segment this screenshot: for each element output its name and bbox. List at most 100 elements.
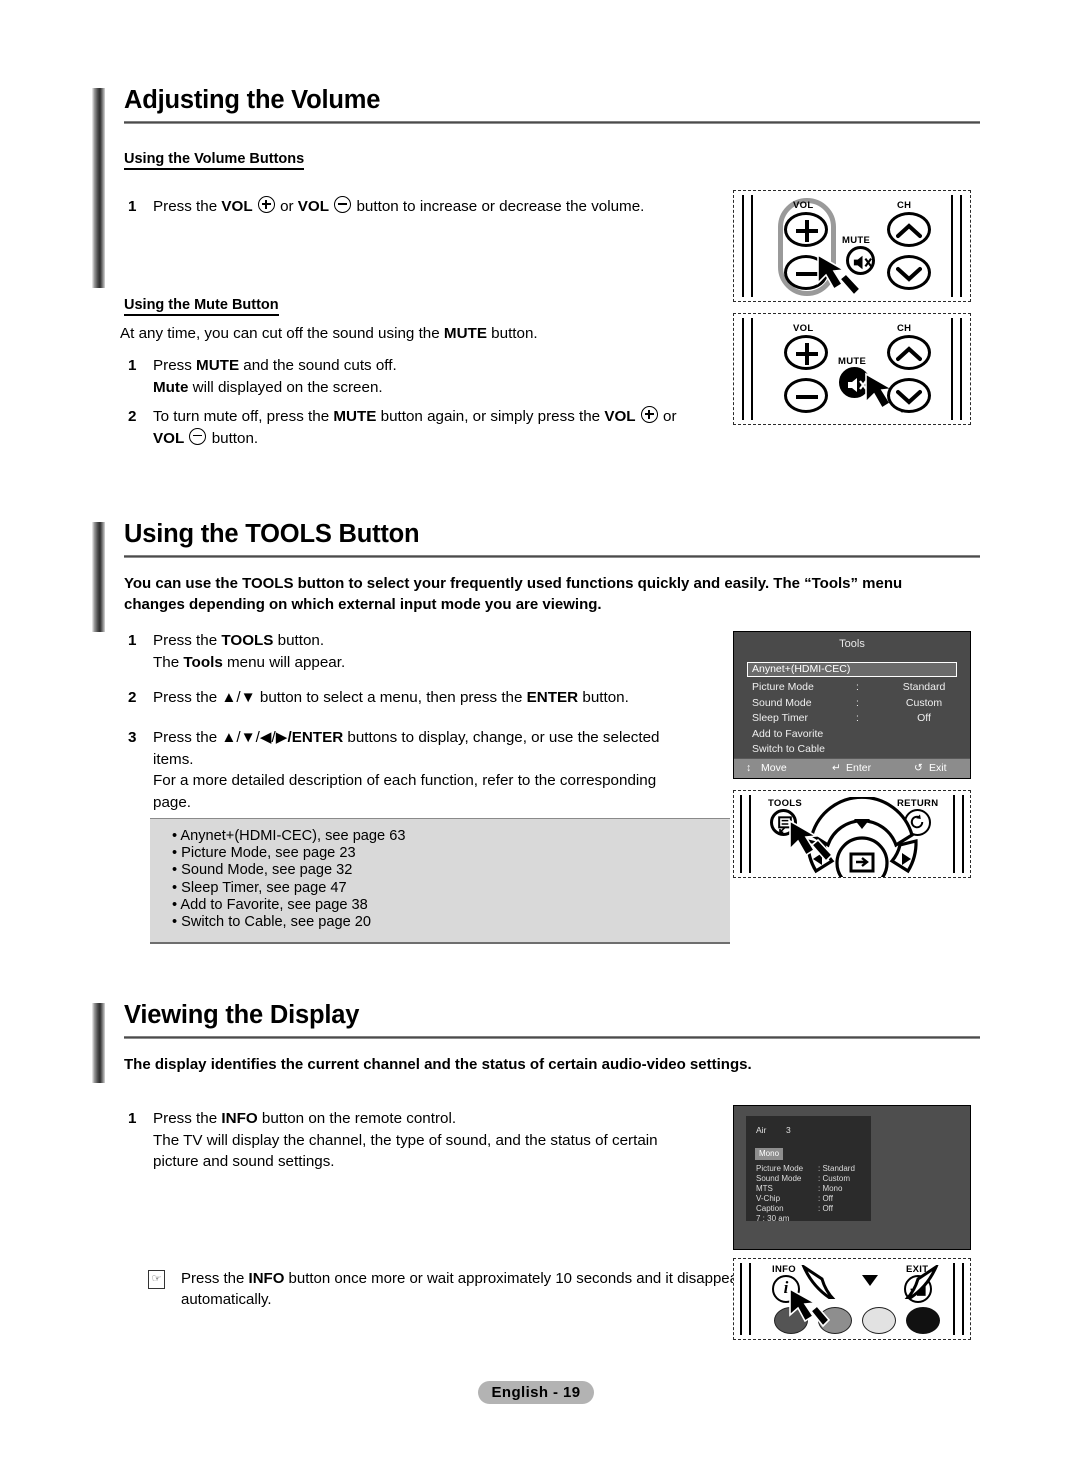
remote-diagram-mute: VOL MUTE CH	[733, 313, 971, 425]
note-c: button once more or wait approximately 1…	[284, 1270, 751, 1287]
section-title-tools: Using the TOOLS Button	[124, 520, 420, 548]
osd-row-colon: :	[856, 712, 859, 724]
vol-label-icon: VOL	[793, 323, 814, 334]
osd-enter-label: Enter	[846, 762, 872, 774]
list-item: • Sleep Timer, see page 47	[172, 879, 347, 896]
section-accent-bar	[92, 1003, 105, 1083]
t1c: button.	[273, 632, 325, 649]
info-row-key: Caption	[756, 1204, 784, 1213]
vol-label: VOL	[221, 198, 253, 215]
osd-move-label: Move	[761, 762, 787, 774]
info-label-icon: INFO	[772, 1264, 796, 1275]
step-tools-3: 3 Press the ▲/▼/◀/▶/ENTER buttons to dis…	[120, 727, 833, 813]
osd-row[interactable]: Sleep Timer : Off	[734, 712, 970, 728]
osd-row-value: Standard	[902, 681, 946, 693]
list-item: • Switch to Cable, see page 20	[172, 914, 372, 931]
display-lead-paragraph: The display identifies the current chann…	[124, 1056, 752, 1073]
mute-s2-e: or	[658, 408, 677, 425]
tools-osd-menu: Tools Anynet+(HDMI-CEC) Picture Mode : S…	[733, 631, 971, 779]
ch-up-button[interactable]	[887, 212, 931, 247]
info-sound-chip: Mono	[755, 1148, 784, 1160]
note-d: automatically.	[181, 1291, 272, 1309]
osd-row-name: Add to Favorite	[752, 727, 824, 740]
ch-down-button[interactable]	[887, 255, 931, 290]
remote-edge-right	[953, 795, 964, 873]
osd-row-name: Sleep Timer	[752, 712, 809, 724]
remote-diagram-info: INFO i EXIT	[733, 1258, 971, 1340]
d-line2: The TV will display the channel, the typ…	[153, 1131, 658, 1149]
osd-row-value: Custom	[905, 696, 943, 709]
osd-row[interactable]: Sound Mode : Custom	[734, 697, 970, 713]
t3-line2: items.	[153, 750, 194, 768]
remote-edge-left	[742, 318, 753, 420]
t2c: menu will appear.	[222, 653, 346, 671]
color-button-3[interactable]	[862, 1307, 896, 1334]
d-line3: picture and sound settings.	[153, 1153, 335, 1171]
minus-circle-icon	[334, 196, 352, 213]
mute-s2-g: button.	[207, 429, 259, 447]
mute-keyword: MUTE	[333, 408, 377, 425]
remote-edge-left	[740, 795, 751, 873]
step-number: 2	[128, 689, 137, 706]
vol-label-2: VOL	[297, 198, 330, 215]
list-item: • Add to Favorite, see page 38	[172, 896, 368, 913]
step-number: 1	[128, 357, 137, 374]
step-number: 2	[128, 408, 137, 425]
section-title-display: Viewing the Display	[124, 1001, 360, 1029]
step-tools-2: 2 Press the ▲/▼ button to select a menu,…	[120, 687, 793, 709]
step-text-tail: button to increase or decrease the volum…	[352, 198, 645, 215]
osd-row[interactable]: Add to Favorite	[734, 728, 970, 744]
cursor-arrow-icon	[789, 819, 834, 863]
tools-keyword: TOOLS	[221, 632, 274, 649]
cursor-arrow-icon	[789, 1287, 831, 1328]
d1a: Press the	[153, 1110, 222, 1127]
ch-up-button[interactable]	[887, 335, 931, 370]
osd-row-name: Sound Mode	[752, 696, 812, 709]
step-display-1: 1 Press the INFO button on the remote co…	[120, 1108, 793, 1173]
remote-edge-right	[951, 195, 962, 297]
info-channel: 3	[786, 1125, 791, 1135]
t3-line4: page.	[153, 793, 192, 811]
t3-a: Press the ▲/▼/◀/▶	[153, 729, 288, 746]
vol-label-icon: VOL	[793, 200, 814, 211]
mute-s2-c: button again, or simply press the	[376, 408, 605, 425]
ch-down-button[interactable]	[887, 378, 931, 413]
info-source: Air	[756, 1125, 767, 1135]
info-row-key: MTS	[756, 1184, 773, 1193]
ch-label-icon: CH	[897, 323, 912, 334]
mute-s1-e: will displayed on the screen.	[188, 378, 383, 396]
title-rule	[124, 1035, 980, 1039]
ch-label-icon: CH	[897, 200, 912, 211]
osd-selected-row[interactable]: Anynet+(HDMI-CEC)	[747, 662, 957, 677]
osd-move-icon: ↕	[746, 762, 752, 774]
vol-up-button[interactable]	[784, 212, 828, 247]
manual-page: Adjusting the Volume Using the Volume Bu…	[0, 0, 1080, 1482]
osd-row-value: Off	[917, 712, 931, 724]
tools-lead-line-1: You can use the TOOLS button to select y…	[124, 575, 903, 592]
info-row-value: : Standard	[818, 1164, 855, 1173]
mute-intro-c: button.	[486, 325, 538, 342]
subheading-mute-button: Using the Mute Button	[124, 297, 279, 316]
vol-down-button[interactable]	[784, 378, 828, 413]
t3-c: buttons to display, change, or use the s…	[343, 729, 660, 746]
osd-row-name: Picture Mode	[752, 681, 814, 693]
mute-keyword: MUTE	[196, 357, 240, 374]
cursor-arrow-icon	[817, 253, 862, 297]
list-item: • Sound Mode, see page 32	[172, 862, 353, 879]
info-row-key: Sound Mode	[756, 1174, 802, 1183]
t3-line3: For a more detailed description of each …	[153, 772, 657, 790]
section-accent-bar	[92, 522, 105, 632]
osd-row[interactable]: Picture Mode : Standard	[734, 681, 970, 697]
osd-enter-icon: ↵	[832, 762, 841, 774]
vol-up-button[interactable]	[784, 335, 828, 370]
minus-circle-icon	[189, 427, 207, 445]
info-note: ☞ Press the INFO button once more or wai…	[148, 1268, 761, 1311]
page-footer: English - 19	[478, 1381, 594, 1404]
info-row-value: : Custom	[818, 1174, 851, 1183]
tools-lead-paragraph: You can use the TOOLS button to select y…	[124, 574, 974, 615]
osd-exit-icon: ↺	[914, 762, 923, 774]
enter-keyword: /ENTER	[287, 729, 344, 746]
osd-row[interactable]: Switch to Cable	[734, 743, 970, 759]
color-button-4[interactable]	[906, 1307, 940, 1334]
t2-a: Press the ▲/▼ button to select a menu, t…	[153, 689, 527, 706]
